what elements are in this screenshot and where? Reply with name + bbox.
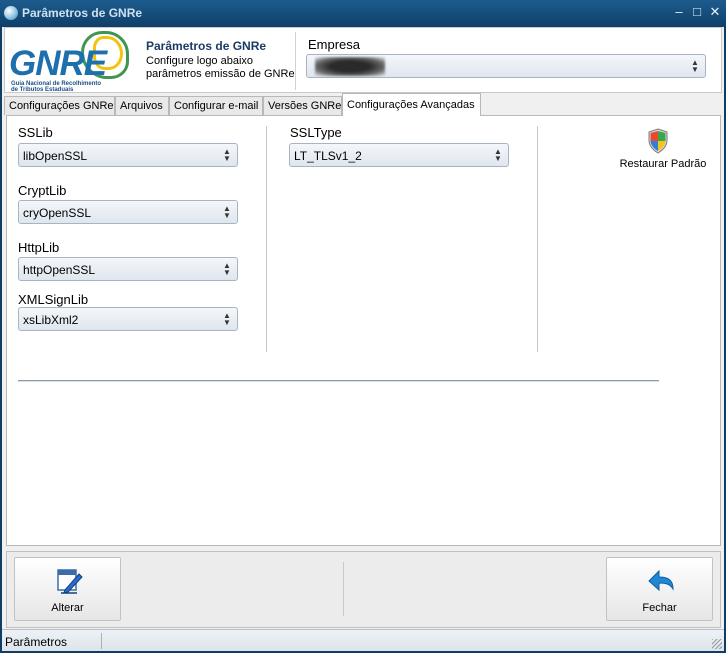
status-divider: [101, 633, 102, 649]
status-bar: Parâmetros: [2, 629, 724, 651]
updown-arrow-icon: ▲ ▼: [691, 58, 699, 74]
updown-arrow-icon: ▲ ▼: [223, 204, 231, 220]
header-description-2: parâmetros emissão de GNRe: [146, 68, 295, 80]
tab-arquivos[interactable]: Arquivos: [115, 96, 169, 115]
updown-arrow-icon: ▲ ▼: [223, 261, 231, 277]
restore-default-label: Restaurar Padrão: [619, 158, 707, 170]
xmlsignlib-label: XMLSignLib: [18, 292, 89, 307]
edit-icon: [57, 569, 83, 594]
alterar-label: Alterar: [51, 602, 84, 614]
httplib-label: HttpLib: [18, 240, 60, 255]
empresa-select[interactable]: ▲ ▼: [306, 54, 706, 78]
shield-icon: [648, 128, 668, 154]
tab-versoes-gnre[interactable]: Versões GNRe: [263, 96, 342, 115]
tab-configuracoes-avancadas[interactable]: Configurações Avançadas: [342, 93, 481, 116]
ssltype-value: LT_TLSv1_2: [294, 149, 362, 163]
tab-configuracoes-gnre[interactable]: Configurações GNRe: [4, 96, 115, 115]
header-title: Parâmetros de GNRe: [146, 39, 267, 53]
toolbar-divider: [343, 562, 344, 616]
header-divider: [295, 32, 296, 90]
advanced-settings-panel: SSLib libOpenSSL ▲ ▼ CryptLib cryOpenSSL …: [6, 115, 721, 546]
close-icon[interactable]: ✕: [706, 3, 724, 21]
cryptlib-value: cryOpenSSL: [23, 206, 92, 220]
header-description-1: Configure logo abaixo: [146, 55, 254, 67]
ssltype-label: SSLType: [290, 125, 342, 140]
main-window: GNRE Guia Nacional de Recolhimento de Tr…: [2, 27, 724, 651]
gnre-logo: GNRE Guia Nacional de Recolhimento de Tr…: [9, 30, 139, 93]
maximize-icon[interactable]: □: [688, 3, 706, 21]
alterar-button[interactable]: Alterar: [14, 557, 121, 621]
ssllib-value: libOpenSSL: [23, 149, 88, 163]
app-icon: [4, 6, 18, 20]
ssltype-select[interactable]: LT_TLSv1_2 ▲ ▼: [289, 143, 509, 167]
ssllib-select[interactable]: libOpenSSL ▲ ▼: [18, 143, 238, 167]
logo-subtitle: Guia Nacional de Recolhimento de Tributo…: [11, 81, 102, 93]
bottom-toolbar: Alterar Fechar: [6, 551, 721, 628]
logo-text: GNRE: [9, 44, 107, 83]
window-title: Parâmetros de GNRe: [22, 6, 143, 20]
status-text: Parâmetros: [5, 635, 68, 649]
column-divider-2: [537, 126, 538, 352]
ssllib-label: SSLib: [18, 125, 53, 140]
minimize-icon[interactable]: –: [670, 3, 688, 21]
tab-bar: Configurações GNRe Arquivos Configurar e…: [4, 93, 722, 116]
resize-grip-icon[interactable]: [712, 639, 722, 649]
tab-configurar-email[interactable]: Configurar e-mail: [169, 96, 263, 115]
header-panel: GNRE Guia Nacional de Recolhimento de Tr…: [4, 27, 722, 93]
cryptlib-select[interactable]: cryOpenSSL ▲ ▼: [18, 200, 238, 224]
updown-arrow-icon: ▲ ▼: [494, 147, 502, 163]
updown-arrow-icon: ▲ ▼: [223, 147, 231, 163]
empresa-label: Empresa: [308, 37, 361, 52]
xmlsignlib-value: xsLibXml2: [23, 313, 79, 327]
section-separator: [18, 380, 659, 382]
httplib-value: httpOpenSSL: [23, 263, 96, 277]
column-divider-1: [266, 126, 267, 352]
fechar-label: Fechar: [642, 602, 677, 614]
cryptlib-label: CryptLib: [18, 183, 67, 198]
updown-arrow-icon: ▲ ▼: [223, 311, 231, 327]
title-bar: Parâmetros de GNRe – □ ✕: [0, 0, 726, 27]
fechar-button[interactable]: Fechar: [606, 557, 713, 621]
back-arrow-icon: [648, 569, 674, 592]
xmlsignlib-select[interactable]: xsLibXml2 ▲ ▼: [18, 307, 238, 331]
redacted-company-name: [315, 57, 385, 76]
restore-default-button[interactable]: Restaurar Padrão: [613, 128, 713, 176]
httplib-select[interactable]: httpOpenSSL ▲ ▼: [18, 257, 238, 281]
